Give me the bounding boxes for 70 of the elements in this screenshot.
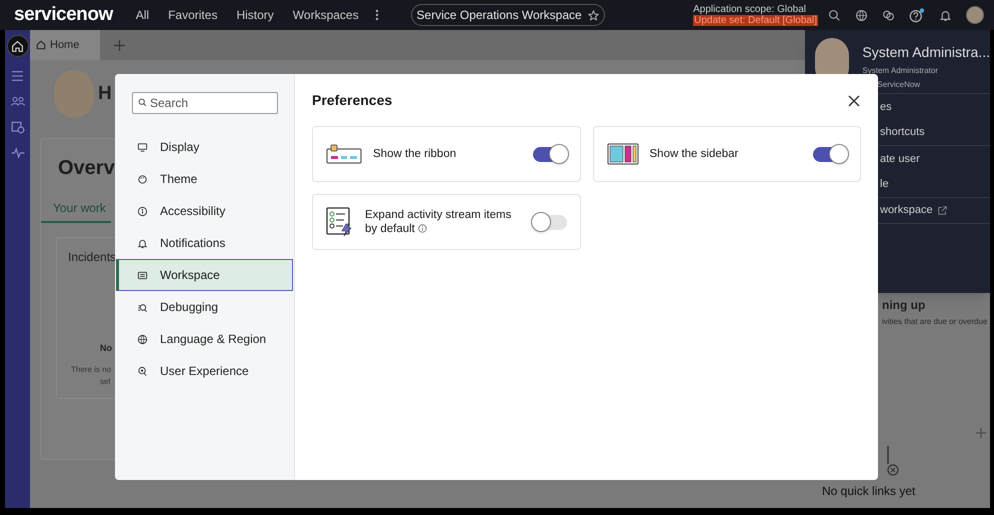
card-title: Incidents	[68, 249, 116, 266]
list-icon[interactable]	[11, 70, 24, 82]
application-scope: Application scope: Global	[693, 4, 807, 15]
panel-icon	[137, 270, 148, 280]
settings-nav-item[interactable]: Accessibility	[116, 195, 293, 227]
user-name: System Administra...	[862, 43, 990, 62]
menu-item[interactable]: shortcuts	[880, 124, 925, 141]
help-icon[interactable]	[909, 8, 925, 22]
setting-label: Show the ribbon	[373, 147, 458, 161]
close-icon[interactable]	[848, 94, 860, 106]
home-tab[interactable]: Home	[30, 30, 100, 60]
nav-link[interactable]: History	[236, 6, 274, 24]
monitor-icon	[137, 142, 148, 152]
palette-icon	[137, 174, 148, 184]
user-role: System Administrator	[862, 65, 939, 77]
chat-icon[interactable]	[882, 8, 895, 22]
menu-item[interactable]: le	[880, 176, 889, 193]
settings-nav-item[interactable]: Notifications	[116, 227, 293, 259]
overview-heading: Overv	[58, 156, 115, 181]
nav-link[interactable]: All	[136, 6, 150, 24]
settings-nav-item[interactable]: Display	[116, 131, 293, 163]
search-icon[interactable]	[828, 8, 841, 22]
workspace-pill[interactable]: Service Operations Workspace	[410, 4, 605, 26]
setting-label: Expand activity stream items by default	[365, 208, 512, 236]
setting-label: Show the sidebar	[650, 147, 740, 161]
sidebar-illustration	[606, 143, 638, 165]
toggle-switch[interactable]	[813, 146, 847, 162]
greeting-heading: H	[98, 82, 112, 106]
empty-title: No	[100, 342, 112, 355]
empty-text: There is no	[71, 364, 112, 376]
globe-icon	[137, 334, 148, 344]
home-icon[interactable]	[6, 35, 28, 57]
nav-link[interactable]: Favorites	[168, 6, 218, 24]
coming-up-heading: ning up	[882, 297, 926, 314]
toggle-switch[interactable]	[532, 146, 566, 162]
dialog-title: Preferences	[312, 91, 392, 110]
servicenow-logo[interactable]: servicenow	[14, 0, 113, 30]
debug-icon	[137, 302, 148, 312]
avatar[interactable]	[966, 6, 984, 24]
pulse-icon[interactable]	[10, 147, 24, 159]
info-icon[interactable]	[418, 224, 428, 233]
checklist-illustration	[326, 207, 354, 237]
add-tab-icon[interactable]	[114, 40, 125, 50]
more-icon[interactable]	[374, 9, 379, 21]
bell-icon[interactable]	[939, 8, 952, 22]
menu-item[interactable]: ate user	[880, 150, 920, 168]
empty-quick-links: No quick links yet	[822, 483, 916, 500]
nav-link[interactable]: Workspaces	[292, 6, 359, 24]
search-field[interactable]: Search	[132, 92, 278, 114]
user-company: ServiceNow	[877, 79, 920, 91]
ribbon-illustration	[326, 143, 362, 165]
settings-nav-item[interactable]: Workspace	[116, 259, 293, 291]
people-icon[interactable]	[10, 95, 24, 107]
empty-text: sel	[100, 376, 110, 388]
bell-icon	[137, 238, 148, 248]
coming-up-text: ivities that are due or overdue	[882, 316, 988, 328]
menu-item[interactable]: workspace	[880, 202, 933, 219]
star-icon	[588, 10, 599, 20]
menu-item[interactable]: es	[880, 98, 892, 116]
magnifier-icon	[137, 366, 148, 376]
toggle-switch[interactable]	[532, 214, 566, 230]
settings-nav-item[interactable]: Language & Region	[116, 323, 293, 355]
home-icon	[36, 40, 46, 50]
globe-icon[interactable]	[855, 8, 868, 22]
settings-nav-item[interactable]: Debugging	[116, 291, 293, 323]
accessibility-icon	[137, 206, 148, 216]
settings-nav-item[interactable]: Theme	[116, 163, 293, 195]
search-icon	[138, 98, 147, 107]
calendar-clock-icon[interactable]	[10, 120, 24, 134]
settings-nav-item[interactable]: User Experience	[116, 355, 293, 387]
